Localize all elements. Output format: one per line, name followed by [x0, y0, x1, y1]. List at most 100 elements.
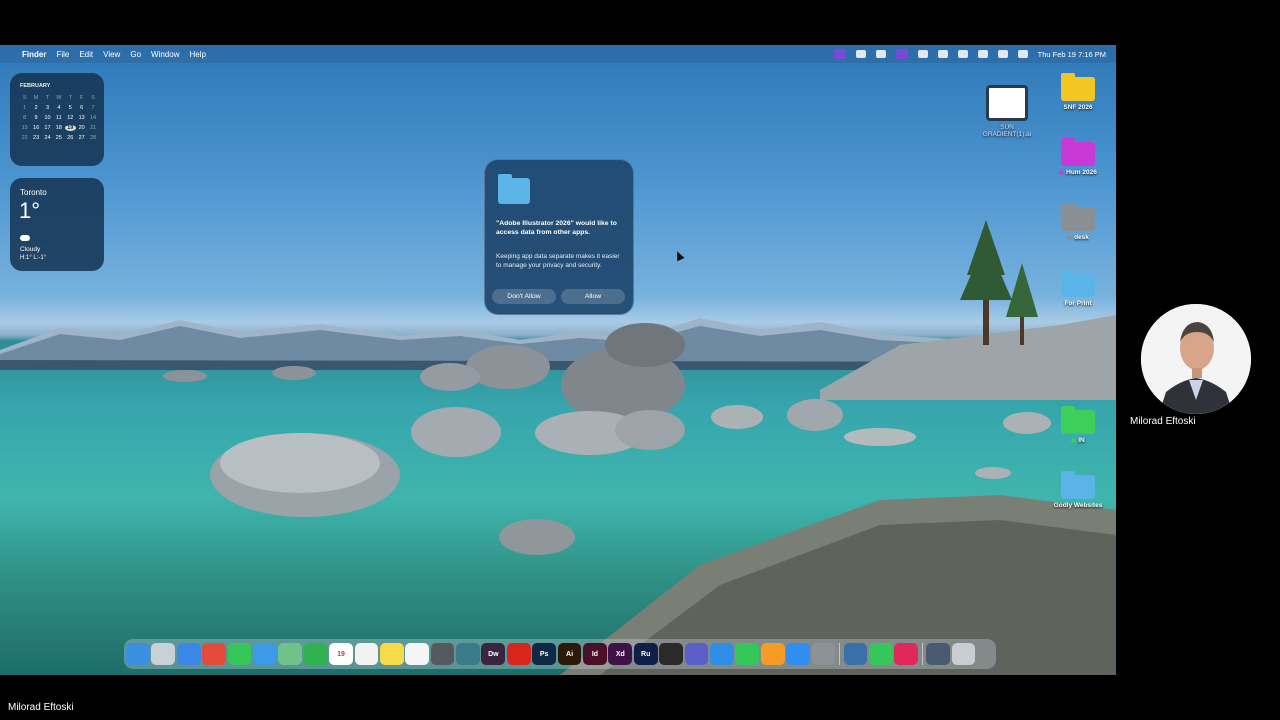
illustrator-file-icon	[986, 85, 1028, 121]
dock-maps-icon[interactable]	[278, 643, 303, 665]
cloud-icon	[20, 235, 30, 241]
tag-dot-icon	[1067, 234, 1073, 240]
folder-icon	[1061, 471, 1095, 499]
dock-mail-icon[interactable]	[252, 643, 277, 665]
folder-icon	[1061, 406, 1095, 434]
menu-finder[interactable]: Finder	[22, 50, 46, 59]
desktop-folder-in[interactable]: IN	[1052, 406, 1104, 444]
dock-creative-cloud-icon[interactable]	[894, 643, 919, 665]
calendar-day: 7	[91, 105, 95, 111]
menu-bar: Finder File Edit View Go Window Help Thu…	[0, 45, 1116, 63]
calendar-day: 12	[67, 115, 74, 121]
calendar-day: 13	[78, 115, 85, 121]
desktop-screen: Finder File Edit View Go Window Help Thu…	[0, 45, 1116, 675]
desktop-icon-label-text: desk	[1074, 234, 1089, 241]
wifi-icon[interactable]	[957, 50, 968, 58]
dock-phone-icon[interactable]	[868, 643, 893, 665]
calendar-day: 23	[33, 135, 40, 141]
dock-app-store-icon[interactable]	[786, 643, 810, 665]
dock-finder-alt-icon[interactable]	[843, 643, 868, 665]
dock-photoshop-express-icon[interactable]	[456, 643, 480, 665]
dock-trash-icon[interactable]	[951, 643, 976, 665]
dock-xd-icon[interactable]: Xd	[608, 643, 633, 665]
desktop-folder-desk[interactable]: desk	[1052, 203, 1104, 241]
dock-facetime-icon[interactable]	[303, 643, 328, 665]
menubar-clock[interactable]: Thu Feb 19 7:16 PM	[1038, 50, 1106, 59]
desktop-icon-label: IN	[1052, 437, 1104, 444]
menu-go[interactable]: Go	[130, 50, 141, 59]
dock-photoshop-icon[interactable]: Ps	[532, 643, 557, 665]
dock-acrobat-icon[interactable]	[506, 643, 531, 665]
dock-rush-icon[interactable]: Ru	[633, 643, 658, 665]
dock-reminders-icon[interactable]	[354, 643, 379, 665]
dock-calculator-icon[interactable]	[430, 643, 455, 665]
calendar-day: 20	[78, 125, 85, 131]
dock-chrome-icon[interactable]	[202, 643, 226, 665]
desktop-folder-for-print[interactable]: For Print	[1052, 269, 1104, 307]
control-center-icon[interactable]	[997, 50, 1008, 58]
desktop-icon-label: SUN GRADIENT(1).ai	[982, 124, 1032, 138]
menu-help[interactable]: Help	[189, 50, 205, 59]
desktop-folder-hum-2026[interactable]: Hum 2026	[1052, 138, 1104, 176]
dock-dreamweaver-icon[interactable]: Dw	[481, 643, 506, 665]
calendar-day: 26	[67, 135, 74, 141]
dock-keynote-icon[interactable]	[709, 643, 734, 665]
folder-access-icon	[498, 174, 530, 204]
dont-allow-button[interactable]: Don't Allow	[492, 289, 556, 304]
window-share-icon[interactable]	[895, 49, 908, 59]
siri-icon[interactable]	[1017, 50, 1028, 58]
calendar-day: 28	[89, 135, 97, 141]
desktop-folder-snf-2026[interactable]: SNF 2026	[1052, 73, 1104, 111]
dock-freeform-icon[interactable]	[405, 643, 430, 665]
calendar-day: 17	[44, 125, 51, 131]
calendar-day: 18	[55, 125, 62, 131]
dock-numbers-icon[interactable]	[735, 643, 760, 665]
dock-figma-icon[interactable]	[659, 643, 683, 665]
calendar-day: 14	[89, 115, 97, 121]
dock-messages-icon[interactable]	[227, 643, 252, 665]
menu-edit[interactable]: Edit	[79, 50, 93, 59]
desktop-file-sun-gradient[interactable]: SUN GRADIENT(1).ai	[976, 85, 1038, 138]
dock-notes-icon[interactable]	[379, 643, 404, 665]
dock-downloads-icon[interactable]	[926, 643, 951, 665]
team-icon[interactable]	[855, 50, 866, 58]
menu-view[interactable]: View	[103, 50, 120, 59]
menu-file[interactable]: File	[56, 50, 69, 59]
dock: 19 Dw Ps Ai Id Xd Ru	[124, 639, 996, 669]
calendar-day: 25	[55, 135, 62, 141]
dock-finder-icon[interactable]	[126, 643, 150, 665]
dock-indesign-icon[interactable]: Id	[583, 643, 607, 665]
dock-teams-icon[interactable]	[684, 643, 709, 665]
folder-icon	[1061, 73, 1095, 101]
calendar-weekday: T	[68, 95, 72, 101]
folder-icon	[1061, 269, 1095, 297]
menu-window[interactable]: Window	[151, 50, 179, 59]
dock-system-settings-icon[interactable]	[811, 643, 836, 665]
spotlight-search-icon[interactable]	[977, 50, 988, 58]
folder-icon	[1061, 138, 1095, 166]
desktop-folder-godly-websites[interactable]: Godly Websites	[1046, 471, 1110, 509]
calendar-day: 6	[80, 105, 84, 111]
calendar-widget[interactable]: FEBRUARY S M T W T F S 1 2 3 4 5 6 7 8 9 10 11 12 13…	[10, 73, 104, 166]
tag-dot-icon	[1071, 437, 1077, 443]
desktop-icon-label: SNF 2026	[1063, 104, 1093, 111]
dock-launchpad-icon[interactable]	[151, 643, 176, 665]
calendar-day: 11	[56, 115, 62, 121]
dock-safari-icon[interactable]	[176, 643, 201, 665]
calendar-weekday: W	[56, 95, 62, 101]
weather-widget[interactable]: Toronto 1° Cloudy H:1° L:-1°	[10, 178, 104, 271]
dock-illustrator-icon[interactable]: Ai	[557, 643, 582, 665]
battery-icon[interactable]	[937, 50, 948, 58]
dock-separator	[921, 643, 923, 665]
dialog-message: Keeping app data separate makes it easie…	[496, 253, 620, 269]
creative-cloud-status-icon[interactable]	[875, 50, 886, 58]
screen-share-icon[interactable]	[833, 49, 846, 59]
calendar-day: 4	[57, 105, 61, 111]
dock-calendar-icon[interactable]: 19	[329, 643, 353, 665]
lake-rocks-illustration	[163, 220, 1116, 675]
dock-pages-icon[interactable]	[760, 643, 785, 665]
desktop-icon-label: Godly Websites	[1053, 502, 1103, 509]
desktop-icon-label: Hum 2026	[1052, 169, 1104, 176]
user-icon[interactable]	[917, 50, 928, 58]
allow-button[interactable]: Allow	[561, 289, 625, 304]
